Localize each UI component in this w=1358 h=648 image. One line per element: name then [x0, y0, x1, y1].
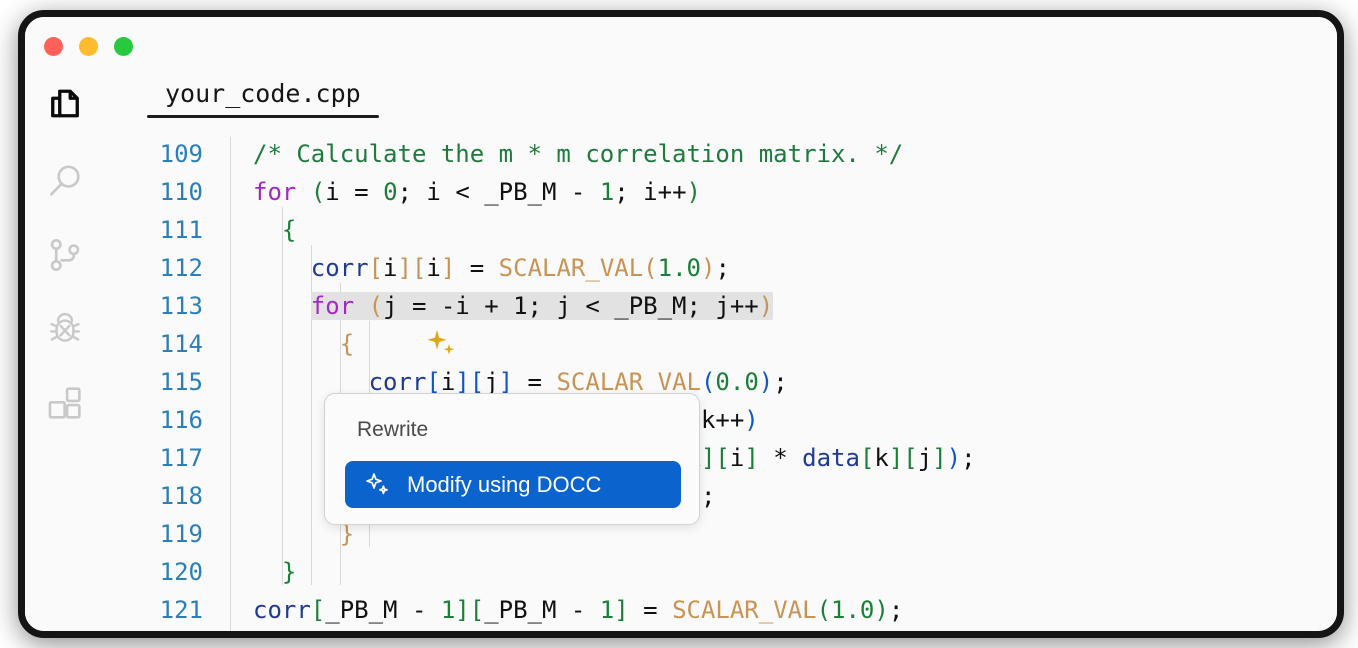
code-line[interactable]: 116 for (k = 0; k < _PB_N; k++)	[105, 401, 1337, 439]
code-line[interactable]: 119 }	[105, 515, 1337, 553]
code-line[interactable]: 110 for (i = 0; i < _PB_M - 1; i++)	[105, 173, 1337, 211]
code-content: corr[_PB_M - 1][_PB_M - 1] = SCALAR_VAL(…	[253, 596, 904, 624]
activity-bar	[25, 69, 105, 631]
line-number: 112	[159, 254, 203, 282]
line-number: 110	[159, 178, 203, 206]
line-number: 113	[159, 292, 203, 320]
line-number: 120	[159, 558, 203, 586]
sidebar-item-debug[interactable]	[41, 305, 89, 353]
files-icon	[44, 86, 86, 128]
line-number: 121	[159, 596, 203, 624]
editor-window: your_code.cpp 109 /* Calculate the m * m…	[18, 10, 1344, 638]
code-content: }	[253, 558, 297, 586]
source-control-icon	[44, 234, 86, 276]
code-content: {	[253, 216, 297, 244]
code-line[interactable]: 109 /* Calculate the m * m correlation m…	[105, 135, 1337, 173]
code-content: {	[253, 330, 355, 358]
code-line[interactable]: 114 {	[105, 325, 1337, 363]
screenshot-root: your_code.cpp 109 /* Calculate the m * m…	[0, 0, 1358, 648]
sidebar-item-extensions[interactable]	[41, 379, 89, 427]
code-line-highlighted[interactable]: 113 for (j = -i + 1; j < _PB_M; j++)	[105, 287, 1337, 355]
editor-pane: your_code.cpp 109 /* Calculate the m * m…	[105, 69, 1337, 631]
code-content: corr[i][i] = SCALAR_VAL(1.0);	[310, 254, 730, 282]
sidebar-item-source-control[interactable]	[41, 231, 89, 279]
code-content: for (i = 0; i < _PB_M - 1; i++)	[253, 178, 701, 206]
code-content: for (j = -i + 1; j < _PB_M; j++)	[310, 292, 774, 320]
code-line[interactable]: 117 corr[i][j] += (data[k][i] * data[k][…	[105, 439, 1337, 477]
line-number: 111	[159, 216, 203, 244]
code-area[interactable]: 109 /* Calculate the m * m correlation m…	[105, 135, 1337, 631]
sparkle-icon	[365, 472, 391, 498]
line-number: 115	[159, 368, 203, 396]
code-line[interactable]: 115 corr[i][j] = SCALAR_VAL(0.0);	[105, 363, 1337, 401]
tab-active-indicator	[147, 115, 379, 118]
code-line[interactable]: 118 corr[j][i] = corr[i][j];	[105, 477, 1337, 515]
line-number: 118	[159, 482, 203, 510]
close-button[interactable]	[44, 37, 63, 56]
code-line[interactable]: 111 {	[105, 211, 1337, 249]
window-controls	[44, 37, 133, 56]
code-line[interactable]: 121 corr[_PB_M - 1][_PB_M - 1] = SCALAR_…	[105, 591, 1337, 629]
tab-label: your_code.cpp	[165, 79, 361, 108]
debug-icon	[44, 308, 86, 350]
code-content: /* Calculate the m * m correlation matri…	[253, 140, 904, 168]
sidebar-item-search[interactable]	[41, 157, 89, 205]
line-number: 116	[159, 406, 203, 434]
extensions-icon	[44, 382, 86, 424]
line-number: 119	[159, 520, 203, 548]
modify-using-docc-button[interactable]: Modify using DOCC	[345, 461, 681, 508]
code-line[interactable]: 112 corr[i][i] = SCALAR_VAL(1.0);	[105, 249, 1337, 287]
line-number: 117	[159, 444, 203, 472]
tab-bar: your_code.cpp	[147, 79, 379, 118]
line-number: 109	[159, 140, 203, 168]
tab-your-code-cpp[interactable]: your_code.cpp	[147, 79, 379, 118]
sparkle-icon[interactable]	[223, 290, 455, 355]
search-icon	[44, 160, 86, 202]
line-number: 114	[159, 330, 203, 358]
minimize-button[interactable]	[79, 37, 98, 56]
sidebar-item-explorer[interactable]	[41, 83, 89, 131]
rewrite-popup: Rewrite Modify using DOCC	[324, 393, 700, 525]
maximize-button[interactable]	[114, 37, 133, 56]
popup-title: Rewrite	[357, 418, 429, 441]
modify-using-docc-label: Modify using DOCC	[407, 471, 602, 497]
code-line[interactable]: 120 }	[105, 553, 1337, 591]
